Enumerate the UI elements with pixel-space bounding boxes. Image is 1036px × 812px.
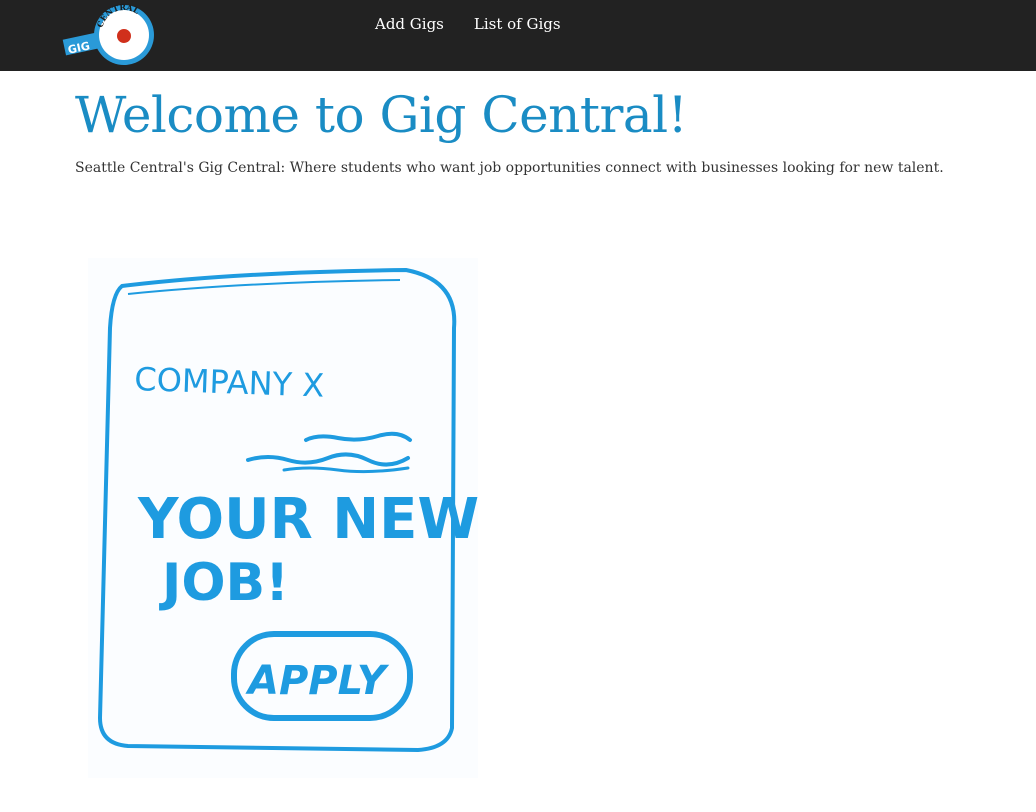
job-flyer-illustration: COMPANY X YOUR NEW JOB! APPLY [88,258,478,778]
page-title: Welcome to Gig Central! [75,86,688,144]
main-nav: Add Gigs List of Gigs [375,14,561,34]
svg-text:COMPANY X: COMPANY X [134,360,325,405]
nav-list-of-gigs[interactable]: List of Gigs [474,14,561,34]
svg-text:JOB!: JOB! [159,553,289,613]
svg-text:YOUR NEW: YOUR NEW [137,487,478,552]
navbar: GIG CENTRAL Add Gigs List of Gigs [0,0,1036,71]
main-content: Welcome to Gig Central! Seattle Central'… [75,84,1015,178]
svg-text:APPLY: APPLY [245,658,390,704]
nav-add-gigs[interactable]: Add Gigs [375,14,444,34]
gig-central-logo[interactable]: GIG CENTRAL [62,2,158,68]
tagline: Seattle Central's Gig Central: Where stu… [75,160,944,176]
